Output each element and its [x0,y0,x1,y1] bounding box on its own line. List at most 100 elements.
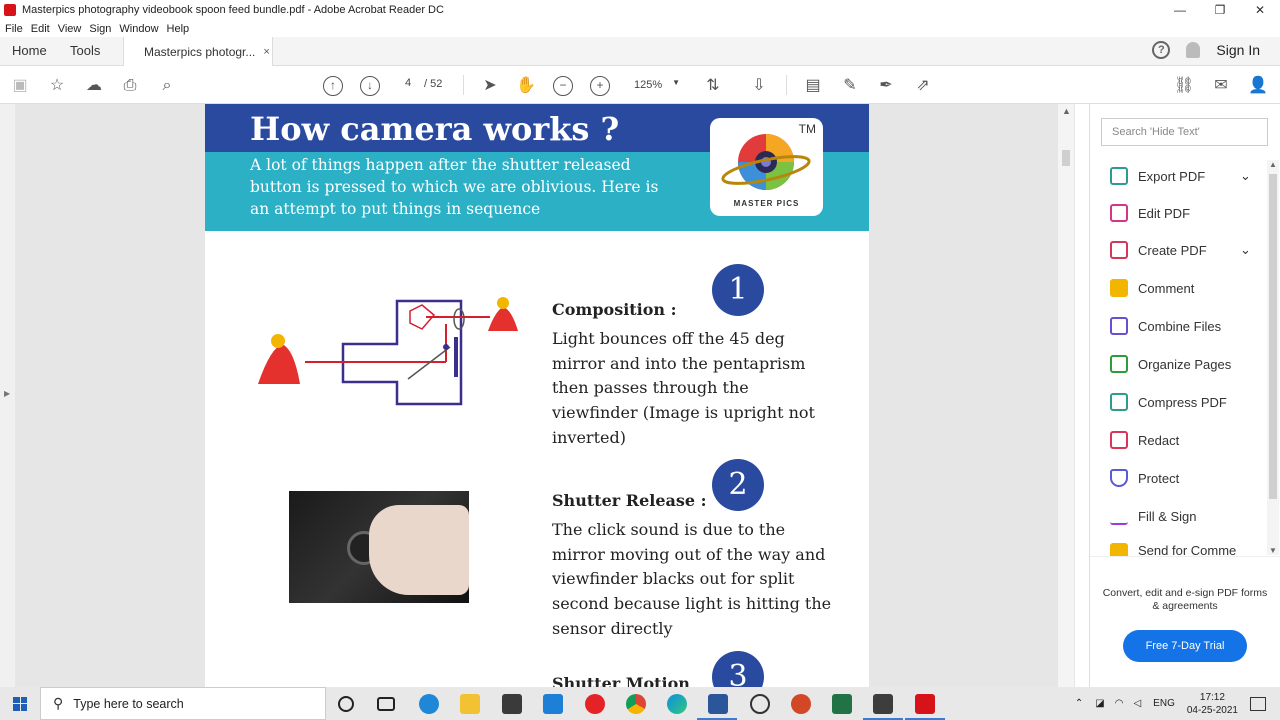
language-indicator[interactable]: ENG [1153,698,1175,709]
fill-sign-icon [1110,507,1128,525]
select-cursor-icon[interactable]: ➤ [480,76,500,96]
clock-date: 04-25-2021 [1186,704,1238,716]
notification-bell-icon[interactable] [1186,42,1201,58]
scroll-down-icon[interactable]: ▼ [1269,546,1277,555]
cortana-icon[interactable] [338,696,354,712]
previous-page-icon[interactable]: ↑ [323,76,343,96]
free-trial-button[interactable]: Free 7-Day Trial [1123,630,1247,662]
tool-label: Protect [1138,470,1180,486]
search-zoom-icon[interactable]: ⌕ [157,76,177,96]
left-panel-collapsed[interactable]: ▶ [0,104,15,687]
tool-organize-pages[interactable]: Organize Pages [1110,353,1231,375]
notifications-icon[interactable] [1250,696,1266,711]
hand-tool-icon[interactable]: ✋ [516,76,536,96]
bookmark-star-icon[interactable]: ☆ [47,76,67,96]
tool-send-for-comment[interactable]: Send for Comme [1110,543,1236,557]
mail-icon[interactable] [543,694,563,714]
tab-home[interactable]: Home [12,43,47,58]
highlight-pen-icon[interactable]: ✎ [840,76,860,96]
tool-create-pdf[interactable]: Create PDF [1110,239,1207,261]
menu-file[interactable]: File [5,23,23,35]
acrobat-taskbar-icon[interactable] [915,694,935,714]
tab-tools[interactable]: Tools [70,43,100,58]
internet-explorer-icon[interactable] [419,694,439,714]
save-icon[interactable]: ▣ [10,76,30,96]
help-icon[interactable]: ? [1152,41,1171,59]
clock[interactable]: 17:12 04-25-2021 [1187,691,1238,717]
tool-combine-files[interactable]: Combine Files [1110,315,1221,337]
sign-in-link[interactable]: Sign In [1216,42,1260,58]
email-icon[interactable]: ✉ [1211,76,1231,96]
windows-taskbar: ⚲ Type here to search ⌃ ◪ ◠ ◁ ENG 17:12 … [0,687,1280,720]
expand-left-panel-icon[interactable]: ▶ [4,389,10,398]
scroll-mode-icon[interactable]: ⇩ [749,76,769,96]
tool-fill-sign[interactable]: Fill & Sign [1110,505,1197,527]
opera-icon[interactable] [585,694,605,714]
scrollbar-thumb[interactable] [1269,174,1277,499]
toolbar-divider [463,75,464,95]
tool-edit-pdf[interactable]: Edit PDF [1110,202,1190,224]
scrollbar-thumb[interactable] [1062,150,1070,166]
page-number-input[interactable]: 4 [398,77,418,93]
maximize-button[interactable]: ❐ [1200,0,1240,20]
menu-window[interactable]: Window [119,23,158,35]
menu-help[interactable]: Help [167,23,190,35]
tool-redact[interactable]: Redact [1110,429,1179,451]
tool-protect[interactable]: Protect [1110,467,1179,489]
add-user-icon[interactable]: 👤 [1248,76,1268,96]
comment-icon[interactable]: ▤ [803,76,823,96]
zoom-in-icon[interactable]: + [590,76,610,96]
taskbar-search[interactable]: ⚲ Type here to search [40,687,326,720]
minimize-button[interactable]: — [1160,0,1200,20]
tool-comment[interactable]: Comment [1110,277,1194,299]
chevron-down-icon[interactable]: ⌄ [1240,165,1251,187]
edge-icon[interactable] [667,694,687,714]
menu-bar: File Edit View Sign Window Help [0,20,1280,37]
page-banner: How camera works ? A lot of things happe… [205,104,869,231]
tab-bar: Home Tools Masterpics photogr... × ? Sig… [0,37,1280,66]
chrome-icon[interactable] [626,694,646,714]
viewfinder-diagram [258,297,518,406]
obs-icon[interactable] [750,694,770,714]
chevron-down-icon[interactable]: ⌄ [1240,239,1251,261]
tool-compress-pdf[interactable]: Compress PDF [1110,391,1227,413]
fit-page-icon[interactable]: ⇅ [703,76,723,96]
taskbar-search-placeholder: Type here to search [73,696,184,711]
wifi-icon[interactable]: ◠ [1115,698,1124,709]
store-icon[interactable] [502,694,522,714]
network-icon[interactable]: ◪ [1095,698,1104,709]
next-page-icon[interactable]: ↓ [360,76,380,96]
volume-icon[interactable]: ◁ [1133,698,1141,709]
scroll-up-icon[interactable]: ▲ [1269,160,1277,169]
tools-search-input[interactable]: Search 'Hide Text' [1101,118,1268,146]
tab-document[interactable]: Masterpics photogr... × [123,37,273,66]
zoom-dropdown[interactable]: 125% ▼ [626,77,686,95]
menu-view[interactable]: View [58,23,82,35]
excel-icon[interactable] [832,694,852,714]
menu-edit[interactable]: Edit [31,23,50,35]
upload-cloud-icon[interactable]: ☁ [84,76,104,96]
hand-on-shutter [369,505,469,595]
close-window-button[interactable]: ✕ [1240,0,1280,20]
print-icon[interactable]: ⎙ [120,76,140,96]
word-icon[interactable] [708,694,728,714]
document-viewport[interactable]: ▶ How camera works ? A lot of things hap… [0,104,1075,687]
tool-label: Compress PDF [1138,394,1227,410]
document-scrollbar[interactable]: ▲ [1058,104,1074,687]
start-button[interactable] [0,687,40,720]
zoom-out-icon[interactable]: − [553,76,573,96]
task-view-icon[interactable] [377,697,395,711]
sign-pen-icon[interactable]: ✒ [876,76,896,96]
zoom-value: 125% [634,79,663,91]
powerpoint-icon[interactable] [791,694,811,714]
link-icon[interactable]: ⛓ [1174,76,1194,96]
share-icon[interactable]: ⇗ [913,76,933,96]
scroll-up-icon[interactable]: ▲ [1062,106,1071,116]
show-hidden-icons-icon[interactable]: ⌃ [1075,698,1083,709]
tools-scrollbar[interactable]: ▲ ▼ [1267,160,1279,555]
tool-export-pdf[interactable]: Export PDF [1110,165,1205,187]
file-explorer-icon[interactable] [460,694,480,714]
close-tab-icon[interactable]: × [263,46,269,58]
star-app-icon[interactable] [873,694,893,714]
menu-sign[interactable]: Sign [89,23,111,35]
